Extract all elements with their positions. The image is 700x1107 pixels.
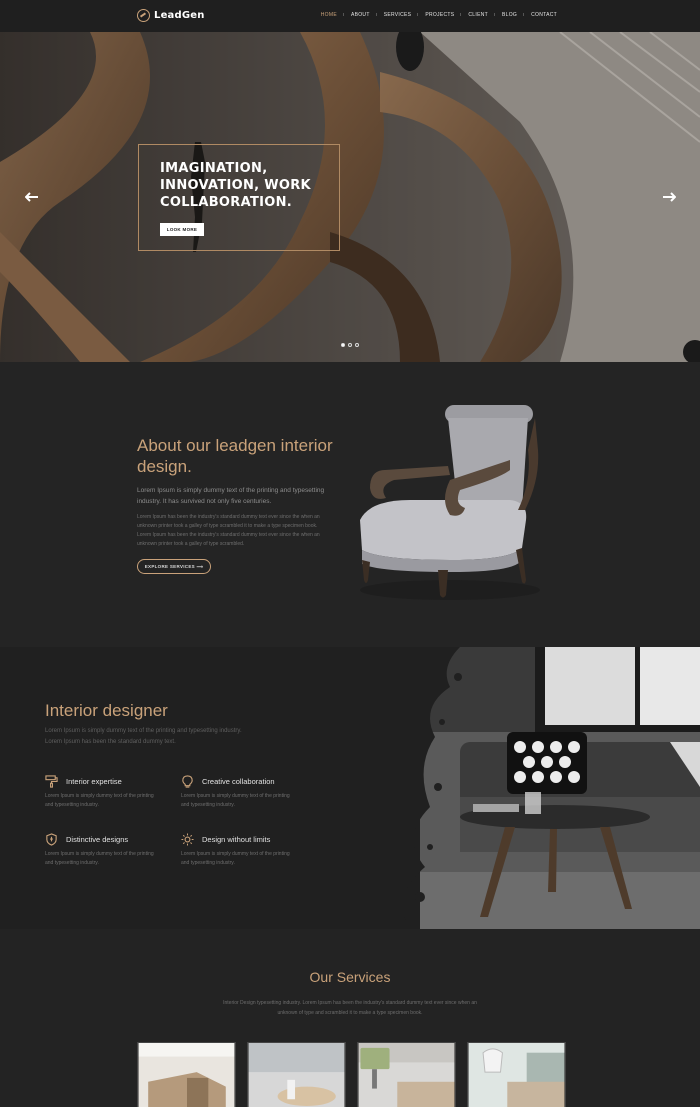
service-thumbnail-3[interactable] <box>357 1042 456 1107</box>
service-thumbnail-2[interactable] <box>247 1042 346 1107</box>
look-more-button[interactable]: LOOK MORE <box>160 223 204 236</box>
feature-text: Lorem Ipsum is simply dummy text of the … <box>45 851 154 866</box>
sun-icon <box>181 833 194 846</box>
logo-text: LeadGen <box>154 10 205 21</box>
explore-services-label: EXPLORE SERVICES <box>144 564 195 569</box>
nav-contact[interactable]: CONTACT <box>523 12 564 18</box>
arrow-left-icon[interactable] <box>25 192 39 202</box>
hero-title: IMAGINATION, INNOVATION, WORK COLLABORAT… <box>160 161 311 210</box>
arrow-right-icon: ⟶ <box>196 564 204 569</box>
main-menu: HOME ABOUT SERVICES PROJECTS CLIENT BLOG… <box>314 12 564 18</box>
services-description: Interior Design typesetting industry. Lo… <box>223 1000 477 1016</box>
slider-dot-3[interactable] <box>355 343 359 347</box>
services-title: Our Services <box>309 969 391 985</box>
feature-text: Lorem Ipsum is simply dummy text of the … <box>181 851 290 866</box>
feature-title: Interior expertise <box>66 777 122 786</box>
feature-title: Distinctive designs <box>66 835 129 844</box>
nav-home[interactable]: HOME <box>314 12 344 18</box>
arrow-right-icon[interactable] <box>662 192 676 202</box>
nav-blog[interactable]: BLOG <box>493 12 524 18</box>
service-thumbnail-1[interactable] <box>137 1042 236 1107</box>
nav-about[interactable]: ABOUT <box>342 12 377 18</box>
feature-item: Interior expertise Lorem Ipsum is simply… <box>45 775 160 809</box>
about-body-text: Lorem Ipsum has been the industry's stan… <box>137 514 320 547</box>
feature-item: Distinctive designs Lorem Ipsum is simpl… <box>45 833 160 867</box>
slider-dot-2[interactable] <box>348 343 352 347</box>
lightbulb-icon <box>182 775 193 788</box>
about-title: About our leadgen interior design. <box>137 436 333 476</box>
feature-title: Creative collaboration <box>202 777 275 786</box>
logo[interactable]: LeadGen <box>137 9 205 22</box>
feature-item: Creative collaboration Lorem Ipsum is si… <box>181 775 296 809</box>
nav-client[interactable]: CLIENT <box>460 12 495 18</box>
nav-services[interactable]: SERVICES <box>375 12 419 18</box>
hero-slider: IMAGINATION, INNOVATION, WORK COLLABORAT… <box>0 32 700 362</box>
service-thumbnail-4[interactable] <box>467 1042 566 1107</box>
interior-title: Interior designer <box>45 701 168 720</box>
armchair-image <box>360 405 540 600</box>
interior-description: Lorem Ipsum is simply dummy text of the … <box>45 728 242 745</box>
hero-caption-box: IMAGINATION, INNOVATION, WORK COLLABORAT… <box>138 144 340 251</box>
feature-title: Design without limits <box>202 835 271 844</box>
top-navbar: LeadGen HOME ABOUT SERVICES PROJECTS CLI… <box>0 0 700 32</box>
nav-projects[interactable]: PROJECTS <box>417 12 461 18</box>
explore-services-button[interactable]: EXPLORE SERVICES ⟶ <box>137 559 211 574</box>
about-section: About our leadgen interior design. Lorem… <box>0 362 700 647</box>
living-room-image <box>380 647 700 929</box>
logo-icon <box>137 9 150 22</box>
hero-background-image <box>0 32 700 362</box>
feature-text: Lorem Ipsum is simply dummy text of the … <box>45 793 154 808</box>
feature-item: Design without limits Lorem Ipsum is sim… <box>181 833 296 867</box>
slider-dots <box>341 343 359 347</box>
feature-text: Lorem Ipsum is simply dummy text of the … <box>181 793 290 808</box>
services-section: Our Services Interior Design typesetting… <box>0 929 700 1107</box>
about-lead-text: Lorem Ipsum is simply dummy text of the … <box>137 487 325 505</box>
shield-icon <box>46 833 57 846</box>
slider-dot-1[interactable] <box>341 343 345 347</box>
interior-designer-section: Interior designer Lorem Ipsum is simply … <box>0 647 700 929</box>
paint-roller-icon <box>45 775 58 788</box>
